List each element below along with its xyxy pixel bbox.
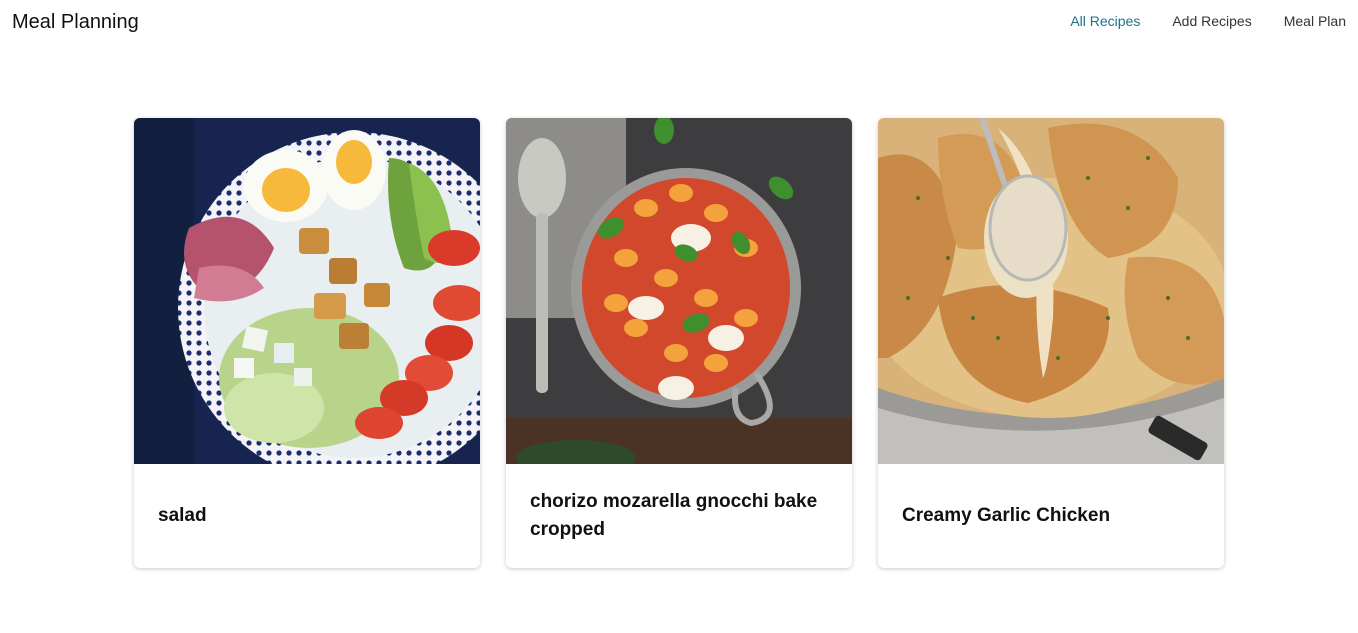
gnocchi-image xyxy=(506,118,852,464)
salad-image xyxy=(134,118,480,464)
recipe-card-salad[interactable]: salad xyxy=(134,118,480,568)
card-body: chorizo mozarella gnocchi bake cropped xyxy=(506,464,852,568)
recipe-card-grid: salad chorizo mozarella gnocchi bake cro… xyxy=(134,118,1224,568)
recipe-title: Creamy Garlic Chicken xyxy=(902,505,1111,526)
recipe-card-creamy-chicken[interactable]: Creamy Garlic Chicken xyxy=(878,118,1224,568)
navbar: Meal Planning All Recipes Add Recipes Me… xyxy=(0,0,1358,44)
nav-all-recipes[interactable]: All Recipes xyxy=(1070,12,1140,30)
nav-meal-plan[interactable]: Meal Plan xyxy=(1284,12,1346,30)
recipe-title: salad xyxy=(158,505,207,526)
brand-link[interactable]: Meal Planning xyxy=(12,9,139,35)
recipe-title: chorizo mozarella gnocchi bake cropped xyxy=(530,491,818,540)
nav-links: All Recipes Add Recipes Meal Plan xyxy=(1070,12,1346,30)
card-body: Creamy Garlic Chicken xyxy=(878,464,1224,568)
recipe-card-gnocchi[interactable]: chorizo mozarella gnocchi bake cropped xyxy=(506,118,852,568)
creamy-chicken-image xyxy=(878,118,1224,464)
card-body: salad xyxy=(134,464,480,568)
nav-add-recipes[interactable]: Add Recipes xyxy=(1172,12,1251,30)
